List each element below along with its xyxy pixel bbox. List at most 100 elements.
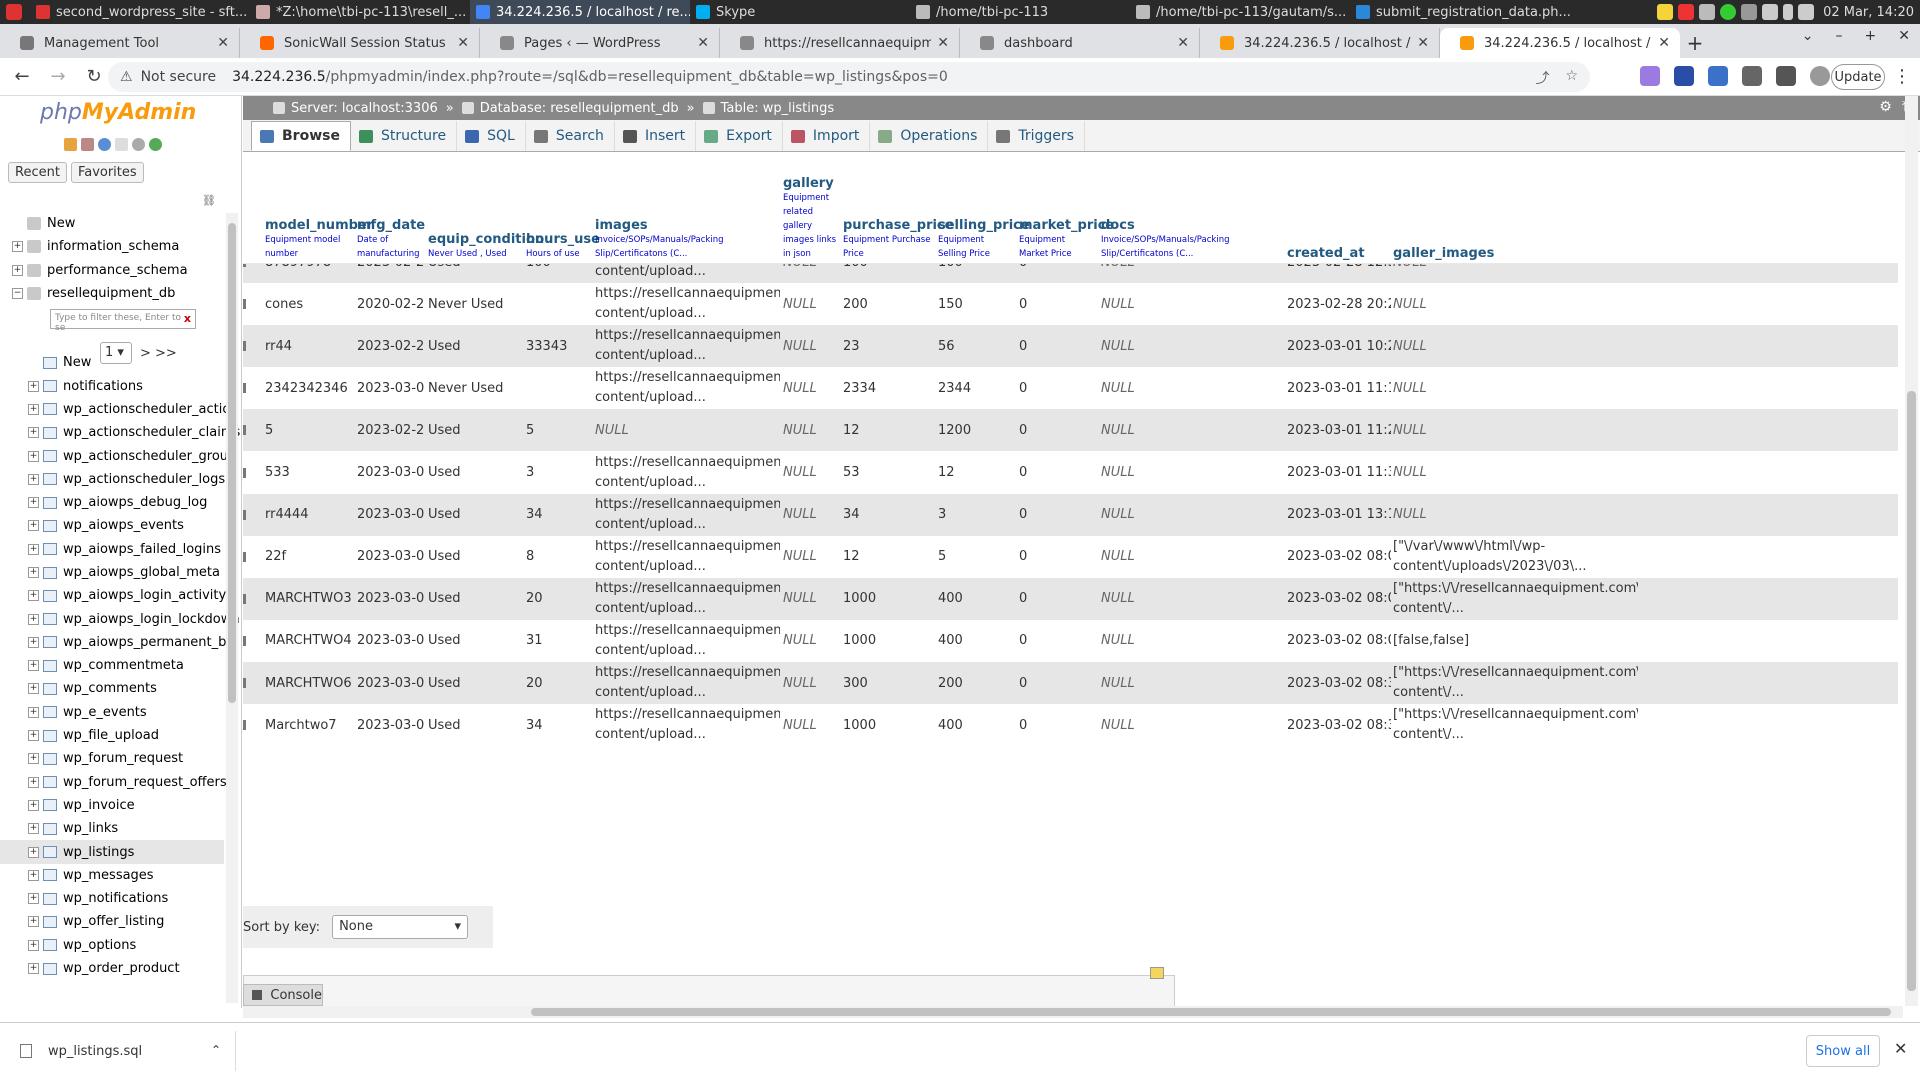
expand-icon[interactable]: +: [28, 636, 39, 648]
maximize-button[interactable]: +: [1865, 28, 1877, 44]
expand-icon[interactable]: +: [28, 776, 39, 788]
close-tab-icon[interactable]: ✕: [1417, 35, 1429, 51]
column-name[interactable]: mfg_date: [357, 218, 425, 233]
table-row[interactable]: MARCHTWO4 2023-03-02Used 31 https://resellc…: [243, 619, 1898, 662]
table-row[interactable]: 533 2023-03-01Used 3 https://resellcannaequ…: [243, 451, 1898, 494]
puzzle-icon[interactable]: [1742, 66, 1762, 86]
expand-icon[interactable]: +: [28, 613, 39, 625]
notes-icon[interactable]: [1657, 4, 1674, 20]
link-with-main-icon[interactable]: ⛓: [202, 194, 216, 207]
table-row[interactable]: 52023-02-26Used5NULLNULL1212000NULL2023-…: [243, 409, 1898, 452]
table-item[interactable]: + wp_aiowps_debug_log: [0, 491, 224, 514]
expand-icon[interactable]: +: [28, 567, 39, 578]
gear-icon[interactable]: ⚙: [1879, 99, 1892, 115]
update-button[interactable]: Update: [1831, 64, 1885, 90]
table-item[interactable]: + wp_notifications: [0, 887, 224, 910]
tab-search[interactable]: Search: [526, 121, 615, 151]
breadcrumb-database[interactable]: Database: resellequipment_db: [461, 101, 679, 116]
table-item[interactable]: + notifications: [0, 374, 224, 397]
column-header-purchase_price[interactable]: purchase_price Equipment Purchase Price: [843, 218, 953, 261]
column-name[interactable]: model_number: [265, 218, 373, 233]
expand-icon[interactable]: +: [28, 869, 39, 881]
table-item[interactable]: + wp_forum_request_offers: [0, 771, 227, 794]
table-item[interactable]: + wp_e_events: [0, 701, 224, 724]
column-name[interactable]: images: [595, 218, 776, 233]
next-page-link[interactable]: > >>: [140, 346, 177, 361]
expand-icon[interactable]: +: [28, 473, 39, 485]
table-row[interactable]: rr4444 2023-03-01Used 34 https://resellcann…: [243, 493, 1898, 536]
os-task[interactable]: 34.224.236.5 / localhost / re...: [470, 0, 690, 24]
note-icon[interactable]: [1150, 967, 1164, 979]
minimize-button[interactable]: –: [1836, 28, 1843, 44]
expand-icon[interactable]: +: [28, 916, 39, 928]
column-name[interactable]: hours_use: [526, 232, 600, 247]
tab-insert[interactable]: Insert: [615, 121, 697, 151]
close-tab-icon[interactable]: ✕: [457, 35, 469, 51]
database-item[interactable]: + information_schema: [0, 235, 224, 258]
profile-icon[interactable]: [1810, 66, 1830, 86]
table-item[interactable]: + wp_aiowps_events: [0, 514, 224, 537]
new-tab-button[interactable]: +: [1680, 28, 1710, 58]
extension-network-icon[interactable]: [1708, 66, 1728, 86]
table-row[interactable]: 22f 2023-03-02Used 8 https://resellcannaequ…: [243, 535, 1898, 578]
vertical-scrollbar[interactable]: [1905, 96, 1918, 1006]
os-task[interactable]: /home/tbi-pc-113/gautam/s...: [1130, 0, 1350, 24]
logout-icon[interactable]: [81, 138, 94, 151]
expand-icon[interactable]: +: [28, 753, 39, 765]
table-row[interactable]: Marchtwo7 2023-03-02Used 34 https://resellc…: [243, 704, 1898, 747]
column-name[interactable]: gallery: [783, 176, 837, 191]
expand-icon[interactable]: +: [28, 520, 39, 532]
check-icon[interactable]: [1720, 4, 1737, 20]
dropbox-icon[interactable]: [1699, 4, 1716, 20]
sidepanel-icon[interactable]: [1776, 66, 1796, 86]
chevron-up-icon[interactable]: ⌃: [211, 1043, 221, 1057]
expand-icon[interactable]: +: [28, 683, 39, 695]
expand-icon[interactable]: +: [28, 893, 39, 905]
tab-sql[interactable]: SQL: [457, 121, 526, 151]
os-menu-icon[interactable]: [6, 4, 22, 20]
close-tab-icon[interactable]: ✕: [697, 35, 709, 51]
table-item[interactable]: + wp_file_upload: [0, 724, 224, 747]
breadcrumb-table[interactable]: Table: wp_listings: [702, 101, 834, 116]
table-item[interactable]: + wp_comments: [0, 677, 224, 700]
table-item[interactable]: + wp_listings: [0, 840, 224, 864]
settings-icon[interactable]: [132, 138, 145, 151]
vertical-scrollbar-thumb[interactable]: [1907, 391, 1916, 991]
home-icon[interactable]: [64, 138, 77, 151]
expand-icon[interactable]: +: [28, 730, 39, 742]
table-item[interactable]: + wp_actionscheduler_claims: [0, 421, 240, 444]
close-downloads-icon[interactable]: ✕: [1894, 1039, 1907, 1058]
battery-icon[interactable]: [1783, 4, 1794, 20]
expand-icon[interactable]: +: [28, 450, 39, 462]
browser-tab[interactable]: Management Tool ✕: [0, 28, 240, 58]
nav-scrollbar[interactable]: [226, 213, 238, 1003]
browser-tab[interactable]: dashboard ✕: [960, 28, 1200, 58]
column-name[interactable]: selling_price: [938, 218, 1030, 233]
os-task[interactable]: submit_registration_data.ph...: [1350, 0, 1570, 24]
horizontal-scrollbar-thumb[interactable]: [531, 1008, 1891, 1016]
phpmyadmin-logo[interactable]: phpMyAdmin: [40, 100, 196, 125]
expand-icon[interactable]: +: [28, 706, 39, 718]
column-name[interactable]: purchase_price: [843, 218, 953, 233]
table-filter-input[interactable]: Type to filter these, Enter to se x: [50, 309, 196, 333]
close-tab-icon[interactable]: ✕: [217, 35, 229, 51]
warning-icon[interactable]: ⚠: [120, 69, 133, 85]
table-item[interactable]: + wp_actionscheduler_group: [0, 444, 236, 467]
close-tab-icon[interactable]: ✕: [937, 35, 949, 51]
forward-button[interactable]: →: [44, 63, 72, 91]
table-item[interactable]: + wp_forum_request: [0, 747, 224, 770]
tab-search-icon[interactable]: ⌄: [1802, 28, 1814, 44]
not-secure-label[interactable]: Not secure: [141, 69, 217, 85]
download-item[interactable]: wp_listings.sql ⌃: [10, 1031, 236, 1071]
table-item[interactable]: + wp_aiowps_global_meta: [0, 561, 224, 584]
column-header-hours_use[interactable]: hours_use Hours of use: [526, 232, 600, 261]
expand-icon[interactable]: +: [28, 590, 39, 602]
table-item[interactable]: + wp_options: [0, 934, 224, 957]
table-item[interactable]: + wp_commentmeta: [0, 654, 224, 677]
tab-structure[interactable]: Structure: [351, 121, 458, 151]
table-item[interactable]: + wp_aiowps_permanent_blo: [0, 631, 238, 654]
expand-icon[interactable]: +: [12, 241, 23, 253]
tab-triggers[interactable]: Triggers: [988, 121, 1085, 151]
docs-icon[interactable]: [115, 138, 128, 151]
page-select[interactable]: 1 ▾: [100, 342, 132, 364]
